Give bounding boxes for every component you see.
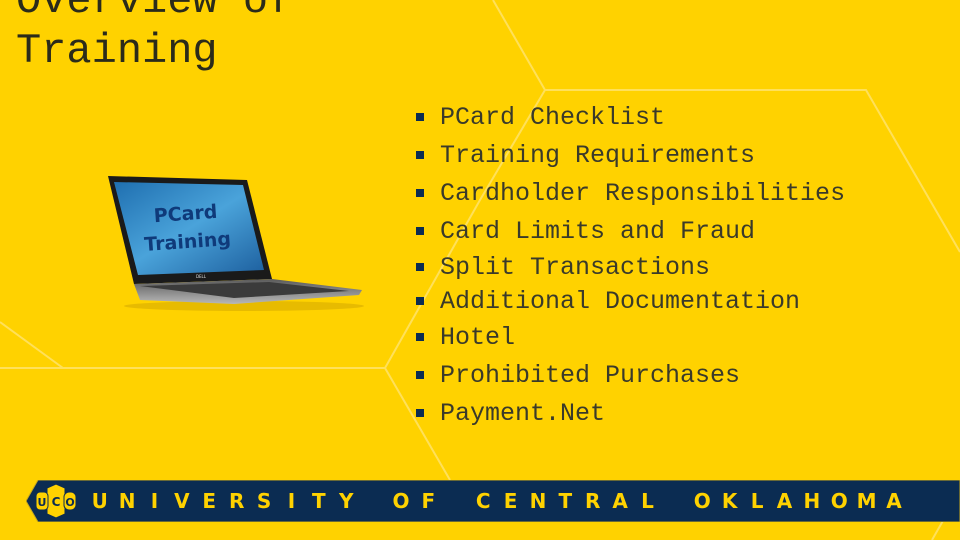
list-item: PCard Checklist	[416, 98, 845, 136]
banner-letter: S	[256, 489, 272, 513]
banner-space	[661, 480, 688, 522]
banner-letter: U	[91, 489, 108, 513]
list-item: Payment.Net	[416, 394, 845, 432]
bullet-square-icon	[416, 189, 424, 197]
list-item-text: Split Transactions	[440, 252, 711, 282]
banner-letter: K	[721, 489, 738, 513]
bullet-square-icon	[416, 409, 424, 417]
bullet-square-icon	[416, 371, 424, 379]
list-item-text: Payment.Net	[440, 398, 606, 428]
list-item-text: PCard Checklist	[440, 102, 666, 132]
svg-text:O: O	[65, 496, 74, 509]
title-line-2: Training	[16, 27, 218, 75]
banner-letter: Y	[338, 489, 354, 513]
banner-letter: F	[421, 489, 436, 513]
bullet-square-icon	[416, 263, 424, 271]
svg-text:C: C	[52, 495, 61, 509]
banner-letter: O	[830, 489, 848, 513]
banner-letter: L	[750, 489, 764, 513]
training-topics-list: PCard Checklist Training Requirements Ca…	[416, 98, 845, 432]
list-item-text: Hotel	[440, 322, 516, 352]
banner-letter: I	[287, 489, 296, 513]
bullet-square-icon	[416, 113, 424, 121]
svg-text:U: U	[38, 496, 47, 509]
banner-letter: N	[118, 489, 136, 513]
laptop-screen-text-1: PCard	[153, 201, 218, 227]
bullet-square-icon	[416, 227, 424, 235]
bullet-square-icon	[416, 297, 424, 305]
banner-letter: T	[311, 489, 326, 513]
banner-space	[360, 480, 387, 522]
banner-letter: O	[693, 489, 711, 513]
banner-letter: R	[228, 489, 245, 513]
banner-letter: T	[558, 489, 573, 513]
banner-letter: E	[202, 489, 217, 513]
laptop-brand: DELL	[196, 274, 207, 279]
banner-letter: A	[776, 489, 793, 513]
banner-letter: M	[856, 489, 877, 513]
uco-logo-icon: U C O	[35, 483, 77, 519]
list-item: Split Transactions	[416, 250, 845, 284]
list-item-text: Card Limits and Fraud	[440, 216, 756, 246]
list-item: Training Requirements	[416, 136, 845, 174]
banner-letter: V	[174, 489, 190, 513]
list-item-text: Prohibited Purchases	[440, 360, 741, 390]
university-name: UNIVERSITY OF CENTRAL OKLAHOMA	[86, 480, 908, 522]
banner-letter: A	[886, 489, 902, 513]
banner-letter: O	[392, 489, 410, 513]
title-line-1: Overview of	[16, 0, 294, 25]
slide-title: Overview of Training	[16, 0, 293, 76]
list-item-text: Cardholder Responsibilities	[440, 178, 846, 208]
laptop-screen	[114, 182, 264, 275]
banner-letter: H	[803, 489, 821, 513]
banner-letter: C	[475, 489, 491, 513]
bullet-square-icon	[416, 333, 424, 341]
banner-letter: N	[529, 489, 547, 513]
slide: Overview of Training DELL PCard Training…	[0, 0, 960, 540]
banner-space	[442, 480, 469, 522]
banner-letter: I	[150, 489, 159, 513]
list-item: Hotel	[416, 318, 845, 356]
list-item: Cardholder Responsibilities	[416, 174, 845, 212]
banner-letter: R	[585, 489, 601, 513]
list-item-text: Additional Documentation	[440, 286, 801, 316]
list-item: Card Limits and Fraud	[416, 212, 845, 250]
list-item: Additional Documentation	[416, 284, 845, 318]
list-item: Prohibited Purchases	[416, 356, 845, 394]
bullet-square-icon	[416, 151, 424, 159]
banner-letter: E	[503, 489, 518, 513]
banner-letter: L	[641, 489, 654, 513]
laptop-image: DELL PCard Training	[108, 176, 364, 311]
banner-letter: A	[612, 489, 628, 513]
list-item-text: Training Requirements	[440, 140, 756, 170]
